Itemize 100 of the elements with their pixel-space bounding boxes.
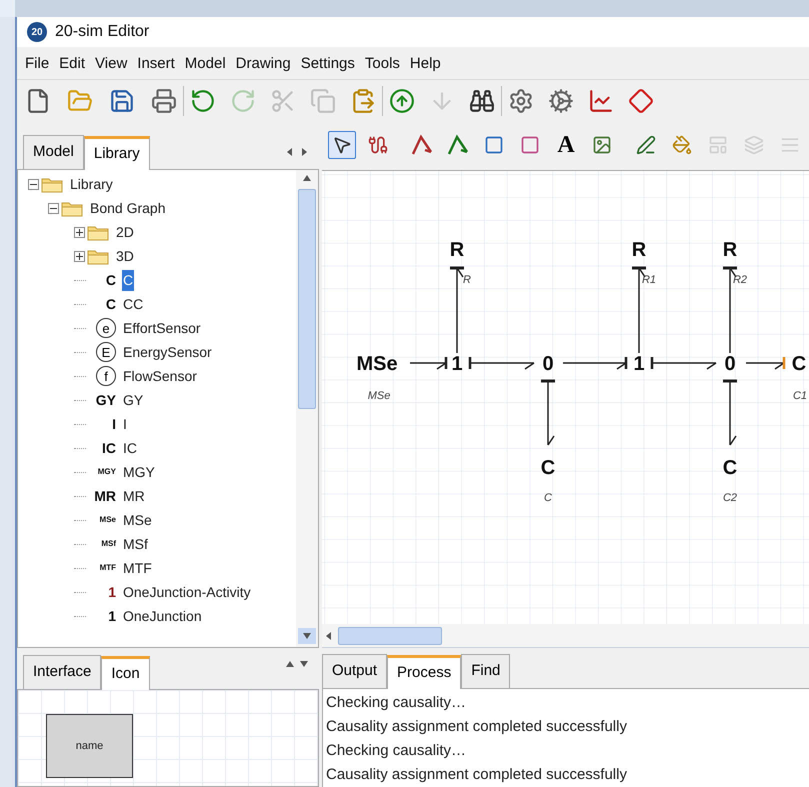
gears-icon[interactable] bbox=[548, 88, 574, 114]
element-symbol: MTF bbox=[98, 562, 116, 574]
scroll-right-icon[interactable] bbox=[299, 147, 309, 157]
expand-icon[interactable] bbox=[74, 226, 85, 238]
menu-item[interactable]: Tools bbox=[360, 52, 404, 75]
diagram-canvas[interactable]: MSe 1 0 1 0 C R R R C C MSe C1 R R1 R2 C C2 bbox=[322, 170, 809, 624]
tree-item[interactable]: FlowSensor bbox=[122, 366, 198, 386]
folder-icon bbox=[87, 224, 109, 240]
vertical-scrollbar[interactable] bbox=[296, 170, 318, 647]
bond bbox=[410, 356, 448, 370]
element-name: C1 bbox=[792, 390, 808, 402]
menu-item[interactable]: File bbox=[21, 52, 54, 75]
sensor-symbol: e bbox=[96, 318, 116, 338]
scroll-left-icon[interactable] bbox=[285, 147, 295, 157]
element-symbol[interactable]: C bbox=[722, 456, 738, 479]
tree-item[interactable]: C bbox=[122, 270, 134, 290]
tree-item[interactable]: I bbox=[122, 414, 128, 434]
menu-item[interactable]: Help bbox=[406, 52, 445, 75]
bond bbox=[650, 356, 716, 370]
layers-icon bbox=[744, 135, 764, 156]
tree-item[interactable]: GY bbox=[122, 390, 144, 410]
element-symbol: MGY bbox=[96, 466, 116, 478]
line-chart-icon[interactable] bbox=[588, 88, 614, 114]
panel-tab[interactable]: Library bbox=[84, 136, 150, 170]
tree-item[interactable]: Bond Graph bbox=[89, 198, 166, 218]
gear-icon[interactable] bbox=[508, 88, 534, 114]
panel-tab[interactable]: Output bbox=[322, 654, 388, 688]
element-symbol[interactable]: C bbox=[792, 352, 806, 375]
horizontal-scrollbar[interactable] bbox=[322, 624, 809, 648]
panel-tab[interactable]: Icon bbox=[101, 656, 150, 690]
tree-item[interactable]: EffortSensor bbox=[122, 318, 202, 338]
sensor-symbol: f bbox=[96, 366, 116, 386]
tree-item[interactable]: OneJunction-Activity bbox=[122, 582, 252, 602]
panel-tab[interactable]: Model bbox=[23, 135, 84, 169]
printer-icon[interactable] bbox=[151, 88, 177, 114]
tree-item[interactable]: MSf bbox=[122, 534, 149, 554]
element-symbol: MSf bbox=[100, 538, 116, 550]
panel-tab[interactable]: Process bbox=[387, 654, 462, 689]
menu-item[interactable]: Edit bbox=[55, 52, 90, 75]
element-symbol: C bbox=[104, 294, 116, 314]
tree-item[interactable]: MR bbox=[122, 486, 146, 506]
icon-preview[interactable]: name bbox=[46, 714, 133, 778]
pointer-icon bbox=[332, 135, 352, 156]
tree-item[interactable]: OneJunction bbox=[122, 606, 203, 626]
paint-bucket-icon bbox=[672, 135, 692, 156]
scroll-down-icon[interactable] bbox=[302, 631, 312, 641]
expand-icon[interactable] bbox=[74, 250, 85, 262]
output-line: Checking causality… bbox=[326, 692, 468, 713]
move-down-icon[interactable] bbox=[299, 659, 309, 669]
tree-item[interactable]: EnergySensor bbox=[122, 342, 213, 362]
window-title: 20-sim Editor bbox=[55, 22, 150, 42]
element-symbol[interactable]: 1 bbox=[633, 352, 645, 375]
diamond-icon[interactable] bbox=[628, 88, 654, 114]
save-icon[interactable] bbox=[109, 88, 135, 114]
element-symbol[interactable]: MSe bbox=[356, 352, 398, 375]
element-symbol[interactable]: C bbox=[540, 456, 556, 479]
output-line: Causality assignment completed successfully bbox=[326, 764, 628, 785]
scroll-left-icon[interactable] bbox=[324, 630, 334, 641]
element-name: C2 bbox=[722, 492, 738, 504]
element-name: R2 bbox=[732, 274, 748, 286]
scroll-thumb[interactable] bbox=[298, 189, 316, 409]
text-tool-label: A bbox=[557, 133, 575, 158]
tree-item[interactable]: Library bbox=[69, 174, 114, 194]
tree-item[interactable]: MGY bbox=[122, 462, 156, 482]
tool-button[interactable] bbox=[328, 131, 356, 160]
scroll-up-icon[interactable] bbox=[302, 173, 312, 183]
element-symbol[interactable]: R bbox=[722, 238, 738, 261]
tree-item[interactable]: CC bbox=[122, 294, 144, 314]
tool-button[interactable]: A bbox=[552, 131, 580, 160]
element-symbol: 1 bbox=[107, 582, 116, 602]
element-symbol[interactable]: 1 bbox=[451, 352, 463, 375]
binoculars-icon[interactable] bbox=[469, 88, 495, 114]
collapse-icon[interactable] bbox=[48, 202, 59, 214]
element-symbol[interactable]: 0 bbox=[724, 352, 736, 375]
element-symbol: 1 bbox=[107, 606, 116, 626]
tree-item[interactable]: MSe bbox=[122, 510, 153, 530]
menu-item[interactable]: Drawing bbox=[232, 52, 295, 75]
menu-item[interactable]: Insert bbox=[133, 52, 179, 75]
element-name: MSe bbox=[368, 390, 390, 402]
scroll-thumb[interactable] bbox=[338, 626, 442, 645]
panel-tab[interactable]: Find bbox=[461, 654, 510, 688]
element-name: R1 bbox=[642, 274, 656, 286]
menu-item[interactable]: Model bbox=[180, 52, 230, 75]
image-icon bbox=[592, 135, 612, 156]
tree-item[interactable]: 2D bbox=[115, 222, 135, 242]
menu-item[interactable]: View bbox=[91, 52, 132, 75]
element-symbol[interactable]: R bbox=[632, 238, 646, 261]
tree-item[interactable]: IC bbox=[122, 438, 138, 458]
bond bbox=[468, 356, 534, 370]
bond bbox=[541, 379, 555, 446]
element-symbol[interactable]: R bbox=[450, 238, 464, 261]
undo-icon[interactable] bbox=[190, 88, 216, 114]
collapse-icon[interactable] bbox=[28, 178, 39, 190]
connector-icon bbox=[368, 135, 388, 156]
tree-item[interactable]: MTF bbox=[122, 558, 153, 578]
move-up-icon[interactable] bbox=[285, 659, 295, 669]
panel-tab[interactable]: Interface bbox=[23, 655, 102, 689]
element-symbol[interactable]: 0 bbox=[542, 352, 554, 375]
tree-item[interactable]: 3D bbox=[115, 246, 135, 266]
menu-item[interactable]: Settings bbox=[296, 52, 359, 75]
